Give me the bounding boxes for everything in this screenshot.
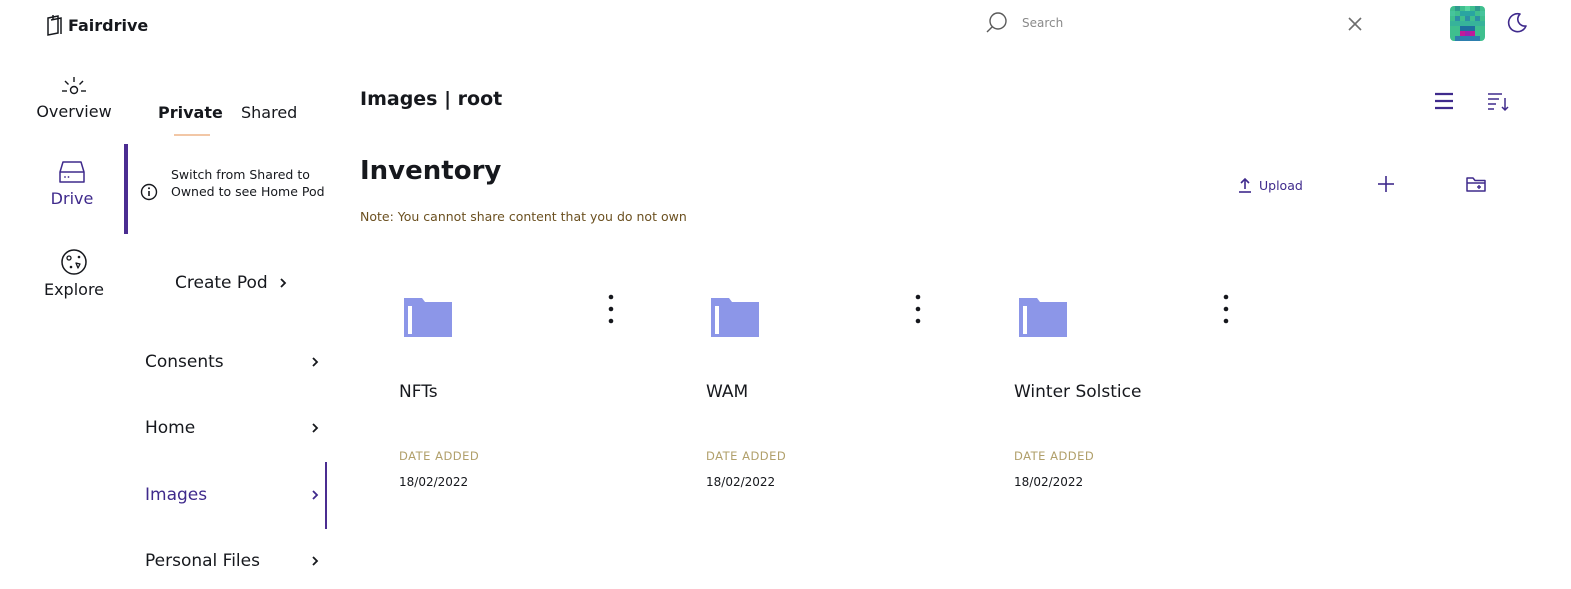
pod-label: Personal Files — [145, 551, 260, 571]
folder-name[interactable]: Winter Solstice — [1014, 382, 1141, 402]
pod-active-indicator — [325, 462, 327, 529]
chevron-right-icon — [312, 357, 319, 367]
info-accent-bar — [124, 144, 128, 234]
search-input[interactable] — [1014, 10, 1314, 36]
more-options-icon[interactable] — [599, 293, 623, 327]
chevron-right-icon — [312, 423, 319, 433]
app-name: Fairdrive — [68, 15, 149, 35]
folder-name[interactable]: WAM — [706, 382, 748, 402]
plus-icon[interactable] — [1374, 172, 1398, 196]
search-icon — [986, 12, 1007, 33]
date-added-label: DATE ADDED — [706, 449, 787, 463]
date-added-label: DATE ADDED — [1014, 449, 1095, 463]
folder-name[interactable]: NFTs — [399, 382, 438, 402]
info-icon — [140, 183, 158, 201]
tab-private[interactable]: Private — [158, 103, 223, 122]
chevron-right-icon — [312, 556, 319, 566]
folder-icon — [711, 298, 759, 337]
page-title: Inventory — [360, 156, 502, 186]
create-pod-button[interactable]: Create Pod — [175, 273, 288, 293]
breadcrumb: Images | root — [360, 88, 503, 110]
date-added-value: 18/02/2022 — [1014, 475, 1084, 489]
create-pod-label: Create Pod — [175, 273, 268, 293]
rail-label-drive: Drive — [50, 189, 94, 208]
upload-button[interactable]: Upload — [1237, 176, 1303, 194]
rail-item-overview[interactable]: Overview — [19, 74, 129, 121]
sort-icon[interactable] — [1486, 89, 1510, 113]
chevron-right-icon — [312, 490, 319, 500]
more-options-icon[interactable] — [1214, 293, 1238, 327]
new-folder-icon[interactable] — [1465, 173, 1487, 195]
sun-icon — [62, 77, 86, 95]
chevron-right-icon — [280, 278, 287, 288]
tab-active-indicator — [174, 134, 210, 136]
moon-icon[interactable] — [1505, 11, 1529, 35]
compass-icon — [61, 249, 87, 275]
pod-info-message: Switch from Shared to Owned to see Home … — [171, 167, 325, 199]
ownership-note: Note: You cannot share content that you … — [360, 209, 687, 224]
pod-item-personal-files[interactable]: Personal Files — [145, 551, 320, 571]
pod-item-home[interactable]: Home — [145, 418, 320, 438]
pod-item-images[interactable]: Images — [145, 485, 320, 505]
folder-card-nfts[interactable]: NFTs DATE ADDED 18/02/2022 — [399, 285, 659, 505]
pod-item-consents[interactable]: Consents — [145, 352, 320, 372]
logo-icon — [47, 15, 62, 36]
rail-label-overview: Overview — [36, 102, 112, 121]
date-added-label: DATE ADDED — [399, 449, 480, 463]
rail-item-drive[interactable]: Drive — [17, 157, 127, 208]
drive-icon — [59, 161, 85, 183]
folder-icon — [404, 298, 452, 337]
avatar[interactable] — [1450, 6, 1485, 41]
pod-label: Consents — [145, 352, 224, 372]
pod-label: Home — [145, 418, 196, 438]
pod-label: Images — [145, 485, 208, 505]
close-icon[interactable] — [1343, 12, 1367, 36]
folder-card-winter-solstice[interactable]: Winter Solstice DATE ADDED 18/02/2022 — [1014, 285, 1274, 505]
app-logo[interactable]: Fairdrive — [44, 12, 148, 38]
rail-item-explore[interactable]: Explore — [19, 248, 129, 299]
list-view-icon[interactable] — [1432, 89, 1456, 113]
folder-icon — [1019, 298, 1067, 337]
more-options-icon[interactable] — [906, 293, 930, 327]
date-added-value: 18/02/2022 — [706, 475, 776, 489]
date-added-value: 18/02/2022 — [399, 475, 469, 489]
upload-icon — [1239, 177, 1251, 193]
rail-label-explore: Explore — [43, 280, 105, 299]
tab-shared[interactable]: Shared — [241, 103, 297, 122]
upload-label: Upload — [1259, 177, 1303, 193]
folder-card-wam[interactable]: WAM DATE ADDED 18/02/2022 — [706, 285, 966, 505]
